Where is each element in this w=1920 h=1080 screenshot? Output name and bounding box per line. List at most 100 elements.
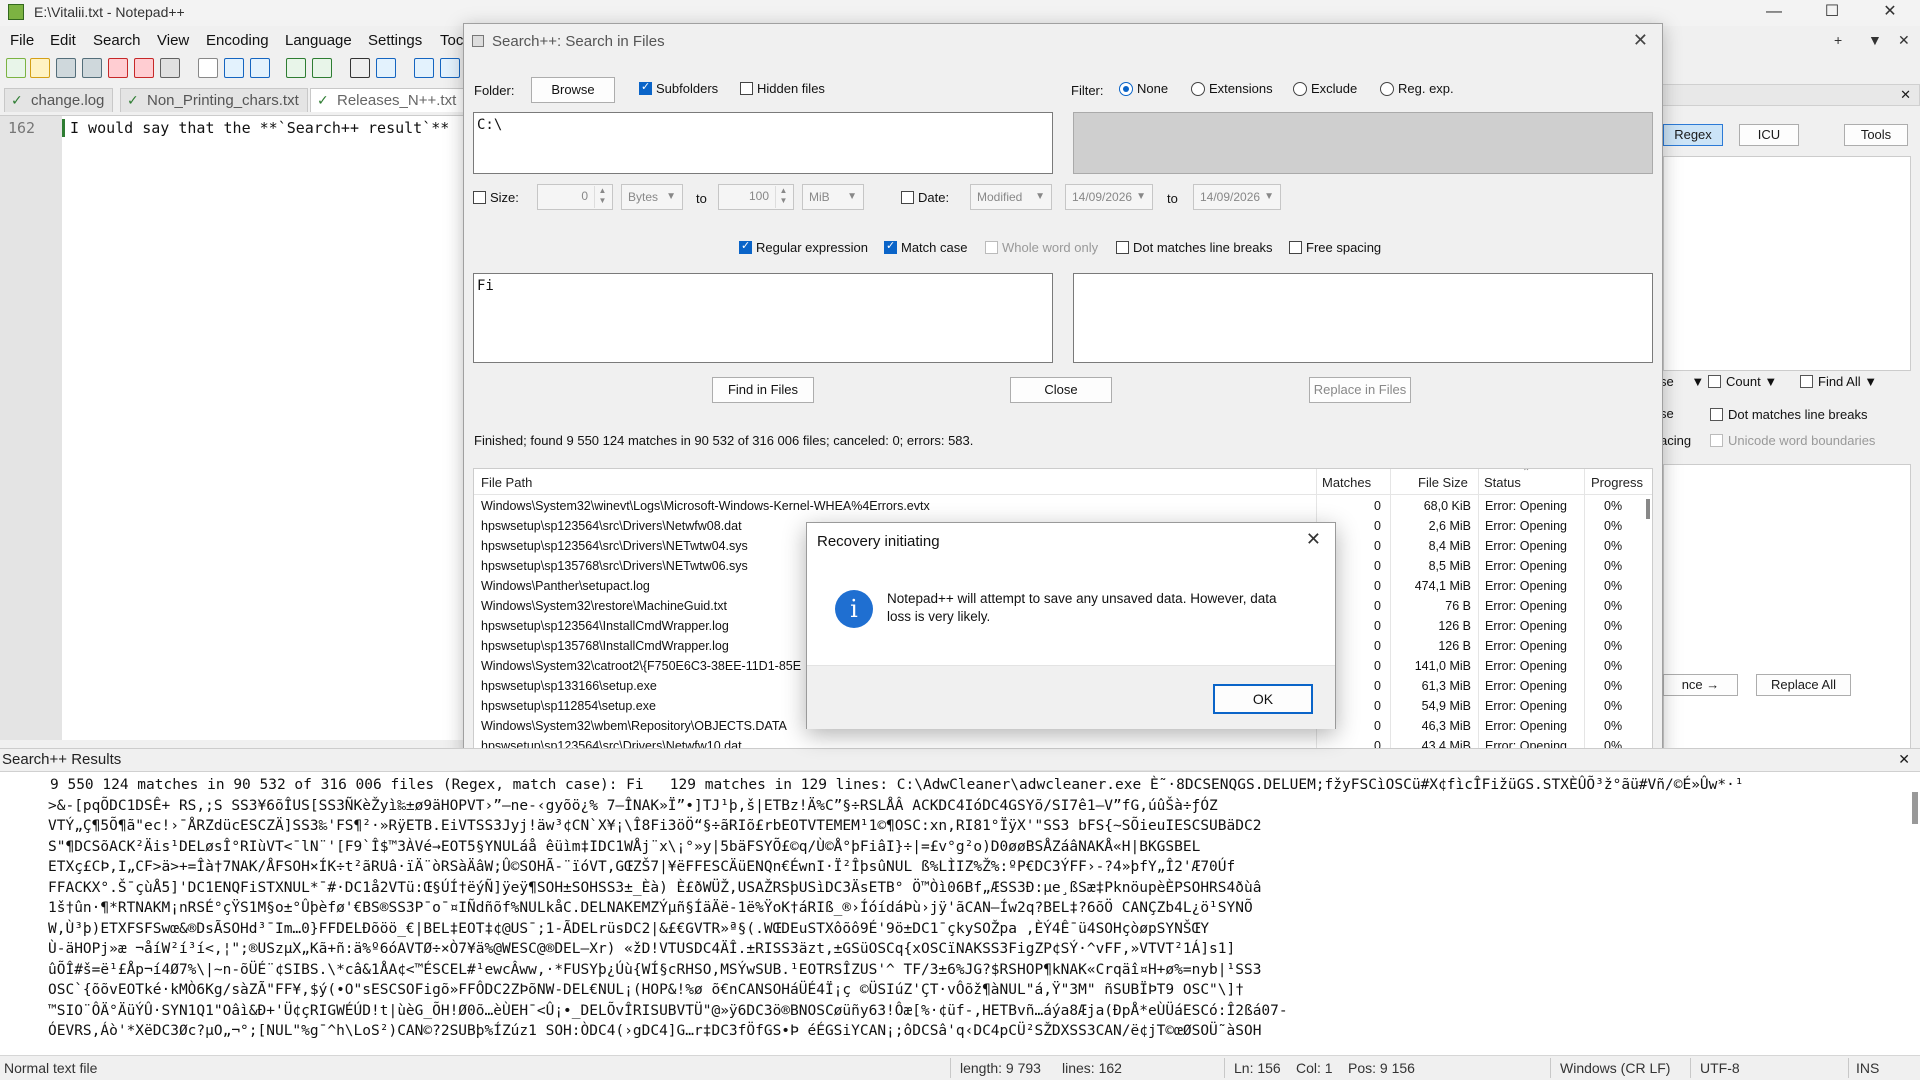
result-line[interactable]: OSC`{õõvEOTké·kMÒ6Kg/sàZÃ"FF¥,$ý(•O"sESC…: [48, 982, 1244, 998]
column-status[interactable]: Status: [1484, 475, 1521, 490]
recovery-close-icon[interactable]: ✕: [1306, 529, 1321, 550]
editor-line[interactable]: I would say that the **`Search++ result`…: [70, 119, 449, 137]
menu-encoding[interactable]: Encoding: [206, 32, 269, 49]
date-kind-select[interactable]: Modified ▼: [970, 184, 1052, 210]
zoom-out-icon[interactable]: [440, 58, 460, 78]
replace-text-area[interactable]: [1663, 156, 1911, 371]
result-line[interactable]: ûÕÎ#š=ë¹£Åp¬í4Ø7%\|~n-õÜÉ¨¢SIBS.\*câ&1ÅA…: [48, 962, 1261, 978]
folder-input[interactable]: C:\: [473, 112, 1053, 174]
browse-button[interactable]: Browse: [531, 77, 615, 103]
editor-area[interactable]: 162 I would say that the **`Search++ res…: [0, 115, 465, 740]
spinner-arrows-icon[interactable]: ▲ ▼: [775, 186, 791, 208]
free-spacing-checkbox[interactable]: Free spacing: [1289, 240, 1381, 255]
tools-button[interactable]: Tools: [1844, 124, 1908, 146]
column-progress[interactable]: Progress: [1591, 475, 1643, 490]
result-line[interactable]: Ù-äHOPj»æ ¬åíW²í³í<,¦";®USzµX„Kã+ñ:ä%º6ó…: [48, 941, 1235, 957]
result-line[interactable]: W,Ù³þ)ETXFSFSwœ&®DsÃSOHd³¯Im…0}FFDELÐõöö…: [48, 921, 1209, 937]
replace-icon[interactable]: [376, 58, 396, 78]
result-line[interactable]: VTÝ„Ç¶5Õ¶ã"ec!›¯ÅRZdücESCZÄ]SS3‰'FS¶²·»R…: [48, 818, 1261, 834]
new-file-icon[interactable]: [6, 58, 26, 78]
spinner-arrows-icon[interactable]: ▲ ▼: [594, 186, 610, 208]
result-line[interactable]: ETXç£CÞ,I„CF>ä>+=Îà†7NAK/ÅFSOH×ÍK÷t²ãRUâ…: [48, 859, 1235, 875]
add-tab-icon[interactable]: +: [1834, 32, 1842, 48]
menu-view[interactable]: View: [157, 32, 189, 49]
tab-change-log[interactable]: ✓ change.log: [4, 88, 114, 112]
dot-matches-line-breaks-checkbox[interactable]: Dot matches line breaks: [1116, 240, 1272, 255]
filter-regexp-radio[interactable]: Reg. exp.: [1380, 81, 1454, 96]
tab-releases[interactable]: ✓ Releases_N++.txt: [310, 88, 470, 112]
find-all-checkbox[interactable]: Find All ▼: [1800, 374, 1877, 389]
filter-input[interactable]: [1073, 112, 1653, 174]
filter-exclude-radio[interactable]: Exclude: [1293, 81, 1357, 96]
cut-icon[interactable]: [198, 58, 218, 78]
size-unit-from-select[interactable]: Bytes ▼: [621, 184, 683, 210]
unicode-word-boundaries-checkbox[interactable]: Unicode word boundaries: [1710, 433, 1875, 448]
zoom-in-icon[interactable]: [414, 58, 434, 78]
close-button[interactable]: Close: [1010, 377, 1112, 403]
save-all-icon[interactable]: [82, 58, 102, 78]
dot-matches-line-breaks-checkbox[interactable]: Dot matches line breaks: [1710, 407, 1867, 422]
size-from-spinner[interactable]: 0 ▲ ▼: [537, 184, 613, 210]
results-panel[interactable]: 9 550 124 matches in 90 532 of 316 006 f…: [0, 771, 1920, 1055]
table-scrollbar[interactable]: [1646, 499, 1650, 519]
find-in-files-button[interactable]: Find in Files: [712, 377, 814, 403]
results-list-area[interactable]: [1663, 464, 1911, 754]
close-window-button[interactable]: ✕: [1862, 0, 1918, 26]
menu-file[interactable]: File: [10, 32, 34, 49]
regular-expression-checkbox[interactable]: Regular expression: [739, 239, 868, 255]
subfolders-checkbox[interactable]: Subfolders: [639, 80, 718, 96]
column-file-size[interactable]: File Size: [1418, 475, 1468, 490]
maximize-button[interactable]: ☐: [1804, 0, 1860, 26]
close-all-icon[interactable]: [134, 58, 154, 78]
whole-word-checkbox[interactable]: Whole word only: [985, 240, 1098, 255]
replace-pattern-input[interactable]: [1073, 273, 1653, 363]
print-icon[interactable]: [160, 58, 180, 78]
date-from-picker[interactable]: 14/09/2026 ▼: [1065, 184, 1153, 210]
replace-in-files-button[interactable]: Replace in Files: [1309, 377, 1411, 403]
hidden-files-checkbox[interactable]: Hidden files: [740, 81, 825, 96]
filter-extensions-radio[interactable]: Extensions: [1191, 81, 1273, 96]
dialog-close-icon[interactable]: ✕: [1633, 30, 1648, 51]
icu-button[interactable]: ICU: [1739, 124, 1799, 146]
ok-button[interactable]: OK: [1213, 684, 1313, 714]
replace-all-button[interactable]: Replace All: [1756, 674, 1851, 696]
minimize-button[interactable]: —: [1746, 0, 1802, 26]
size-checkbox[interactable]: Size:: [473, 190, 519, 205]
undo-icon[interactable]: [286, 58, 306, 78]
count-checkbox[interactable]: Count ▼: [1708, 374, 1777, 389]
replace-next-button[interactable]: nce →: [1663, 674, 1738, 696]
date-checkbox[interactable]: Date:: [901, 190, 949, 205]
filter-none-radio[interactable]: None: [1119, 81, 1168, 96]
paste-icon[interactable]: [250, 58, 270, 78]
redo-icon[interactable]: [312, 58, 332, 78]
match-case-checkbox[interactable]: Match case: [884, 239, 967, 255]
results-scrollbar[interactable]: [1912, 792, 1918, 824]
menu-settings[interactable]: Settings: [368, 32, 422, 49]
close-doc-icon[interactable]: ✕: [1898, 32, 1910, 49]
copy-icon[interactable]: [224, 58, 244, 78]
result-line[interactable]: >&-[pqÕDC1DSÊ+ RS,;S SS3¥6õÎUS[SS3ÑKèŽyì…: [48, 798, 1218, 814]
panel-close-icon[interactable]: ✕: [1900, 87, 1911, 103]
result-line[interactable]: ÓEVRS,Áò'*XëDC3Øc?µO„¬°;[NUL"%g¯^h\LoS²)…: [48, 1023, 1261, 1039]
save-icon[interactable]: [56, 58, 76, 78]
open-file-icon[interactable]: [30, 58, 50, 78]
result-line[interactable]: S"¶DCSõACK²Äis¹DELøsÎ°RIùVT<¯lN¨'[F9`Î$™…: [48, 839, 1200, 855]
tab-list-icon[interactable]: ▼: [1868, 32, 1882, 48]
menu-language[interactable]: Language: [285, 32, 352, 49]
date-to-picker[interactable]: 14/09/2026 ▼: [1193, 184, 1281, 210]
result-line[interactable]: 9 550 124 matches in 90 532 of 316 006 f…: [50, 777, 1744, 793]
table-row[interactable]: Windows\System32\winevt\Logs\Microsoft-W…: [474, 496, 1634, 516]
size-to-spinner[interactable]: 100 ▲ ▼: [718, 184, 794, 210]
menu-edit[interactable]: Edit: [50, 32, 76, 49]
column-matches[interactable]: Matches: [1322, 475, 1371, 490]
close-file-icon[interactable]: [108, 58, 128, 78]
results-panel-close-icon[interactable]: ✕: [1898, 751, 1910, 768]
tab-non-printing-chars[interactable]: ✓ Non_Printing_chars.txt: [120, 88, 308, 112]
menu-search[interactable]: Search: [93, 32, 141, 49]
search-pattern-input[interactable]: Fi: [473, 273, 1053, 363]
column-file-path[interactable]: File Path: [481, 475, 532, 490]
regex-button[interactable]: Regex: [1663, 124, 1723, 146]
find-icon[interactable]: [350, 58, 370, 78]
result-line[interactable]: 1š†ûn·¶*RTNAKM¡nRSÉ°çŸS1M§o±°Ûþèfø'€BS®S…: [48, 900, 1253, 916]
result-line[interactable]: ™SIO¨ÔÄ°ÄüÝÛ·SYN1Q1"Oâì&Ð+'Ü¢çRIGWÉÚD!t|…: [48, 1003, 1288, 1019]
